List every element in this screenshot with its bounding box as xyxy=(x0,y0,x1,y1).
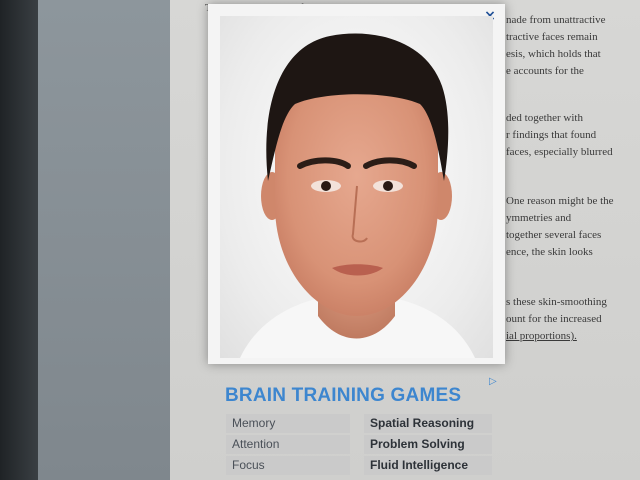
article-line: ded together with xyxy=(506,112,583,124)
article-link[interactable]: ial proportions). xyxy=(506,330,577,342)
game-link-spatial-reasoning[interactable]: Spatial Reasoning xyxy=(364,414,492,433)
brain-training-title[interactable]: BRAIN TRAINING GAMES xyxy=(225,385,461,407)
article-line: s these skin-smoothing xyxy=(506,296,607,308)
article-line: ymmetries and xyxy=(506,212,572,224)
game-link-fluid-intelligence[interactable]: Fluid Intelligence xyxy=(364,456,492,475)
article-line: tractive faces remain xyxy=(506,31,598,43)
face-portrait-image xyxy=(220,16,493,358)
game-link-focus[interactable]: Focus xyxy=(226,456,350,475)
left-gray-panel xyxy=(38,0,170,480)
monitor-bezel xyxy=(0,0,38,480)
game-link-memory[interactable]: Memory xyxy=(226,414,350,433)
article-line: together several faces xyxy=(506,229,602,241)
article-line: nade from unattractive xyxy=(506,14,606,26)
article-line: esis, which holds that xyxy=(506,48,601,60)
article-line: One reason might be the xyxy=(506,195,614,207)
article-line: ence, the skin looks xyxy=(506,246,593,258)
image-lightbox: × xyxy=(208,4,505,364)
face-illustration xyxy=(240,33,475,358)
ad-choices-icon[interactable]: ▷ xyxy=(489,376,497,387)
article-line: ount for the increased xyxy=(506,313,602,325)
article-line: faces, especially blurred xyxy=(506,146,613,158)
article-line: r findings that found xyxy=(506,129,597,141)
game-link-attention[interactable]: Attention xyxy=(226,435,350,454)
article-line: e accounts for the xyxy=(506,65,584,77)
game-link-problem-solving[interactable]: Problem Solving xyxy=(364,435,492,454)
